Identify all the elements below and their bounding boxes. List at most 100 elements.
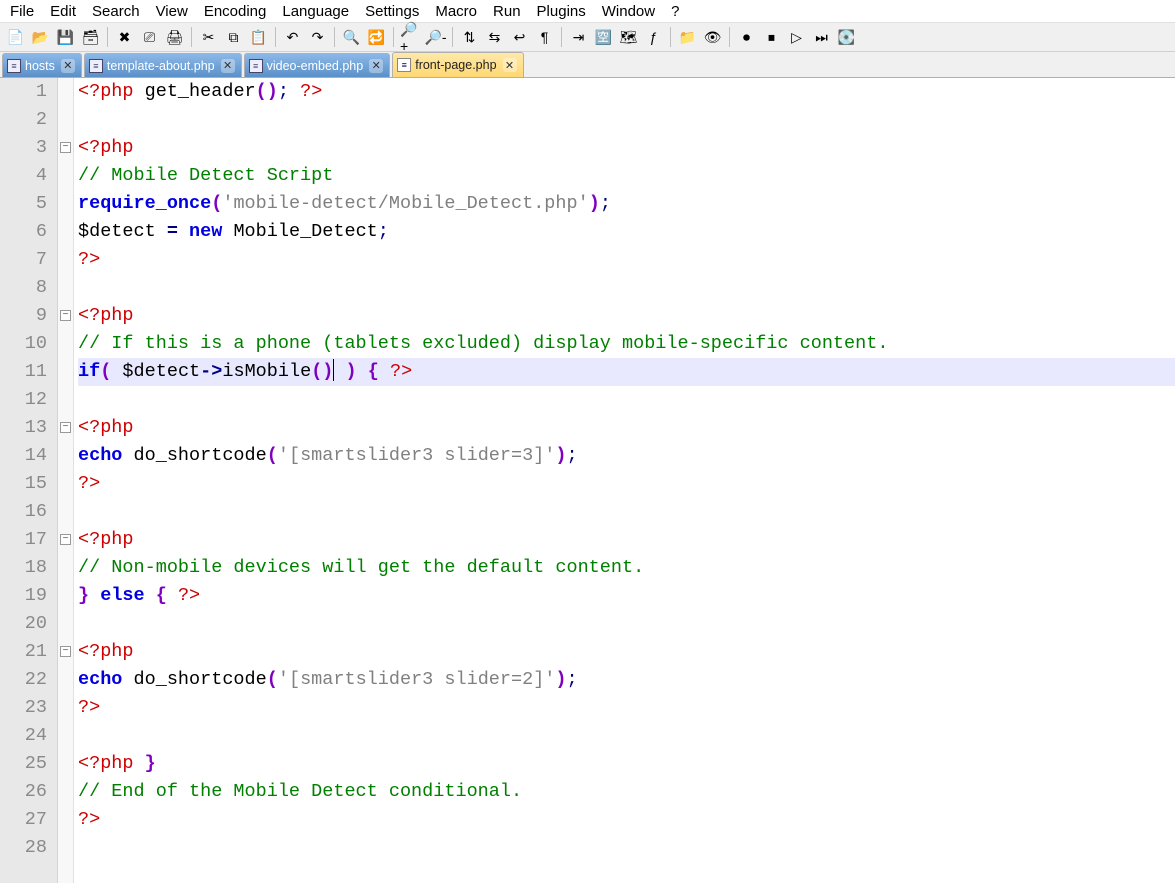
record-icon[interactable]: ⏺ <box>735 26 758 49</box>
line-number: 2 <box>0 106 47 134</box>
code-editor[interactable]: 1234567891011121314151617181920212223242… <box>0 78 1175 883</box>
folder-icon[interactable]: 📁 <box>676 26 699 49</box>
code-line[interactable]: <?php <box>78 302 1175 330</box>
menu-window[interactable]: Window <box>594 1 663 22</box>
code-line[interactable]: // If this is a phone (tablets excluded)… <box>78 330 1175 358</box>
token: ?> <box>78 249 100 270</box>
token: ( <box>211 193 222 214</box>
code-line[interactable]: <?php get_header(); ?> <box>78 78 1175 106</box>
menu-macro[interactable]: Macro <box>427 1 485 22</box>
code-line[interactable]: echo do_shortcode('[smartslider3 slider=… <box>78 442 1175 470</box>
run-multi-icon[interactable]: ⏭ <box>810 26 833 49</box>
sync-v-icon[interactable]: ⇅ <box>458 26 481 49</box>
fold-toggle-icon[interactable]: − <box>60 422 71 433</box>
lang-icon[interactable]: 🈳 <box>592 26 615 49</box>
token: ; <box>567 669 578 690</box>
menu-language[interactable]: Language <box>274 1 357 22</box>
menu-run[interactable]: Run <box>485 1 529 22</box>
monitor-icon[interactable]: 👁 <box>701 26 724 49</box>
tab-close-icon[interactable]: ✕ <box>369 59 383 73</box>
tab-close-icon[interactable]: ✕ <box>503 58 517 72</box>
replace-icon[interactable]: 🔁 <box>365 26 388 49</box>
menu-search[interactable]: Search <box>84 1 148 22</box>
code-line[interactable]: // Mobile Detect Script <box>78 162 1175 190</box>
menu-settings[interactable]: Settings <box>357 1 427 22</box>
token: <?php <box>78 305 134 326</box>
code-line[interactable]: <?php <box>78 638 1175 666</box>
code-line[interactable] <box>78 386 1175 414</box>
tab-front-page-php[interactable]: ≡front-page.php✕ <box>392 52 523 77</box>
new-file-icon[interactable]: 📄 <box>4 26 27 49</box>
code-line[interactable] <box>78 834 1175 862</box>
code-line[interactable]: ?> <box>78 806 1175 834</box>
code-line[interactable]: // End of the Mobile Detect conditional. <box>78 778 1175 806</box>
undo-icon[interactable]: ↶ <box>281 26 304 49</box>
code-line[interactable]: <?php } <box>78 750 1175 778</box>
menu-encoding[interactable]: Encoding <box>196 1 275 22</box>
tab-close-icon[interactable]: ✕ <box>221 59 235 73</box>
zoom-in-icon[interactable]: 🔎+ <box>399 26 422 49</box>
code-line[interactable] <box>78 722 1175 750</box>
sync-h-icon[interactable]: ⇆ <box>483 26 506 49</box>
code-line[interactable] <box>78 274 1175 302</box>
menu-file[interactable]: File <box>2 1 42 22</box>
fold-toggle-icon[interactable]: − <box>60 310 71 321</box>
print-icon[interactable]: 🖨 <box>163 26 186 49</box>
menu-plugins[interactable]: Plugins <box>529 1 594 22</box>
menu-edit[interactable]: Edit <box>42 1 84 22</box>
save-icon[interactable]: 💾 <box>54 26 77 49</box>
menu-view[interactable]: View <box>148 1 196 22</box>
token: ?> <box>78 697 100 718</box>
fold-toggle-icon[interactable]: − <box>60 534 71 545</box>
code-line[interactable] <box>78 498 1175 526</box>
code-area[interactable]: <?php get_header(); ?><?php// Mobile Det… <box>74 78 1175 883</box>
menu-help[interactable]: ? <box>663 1 687 22</box>
save-all-icon[interactable]: 🗃 <box>79 26 102 49</box>
token: () <box>311 361 333 382</box>
zoom-out-icon[interactable]: 🔎- <box>424 26 447 49</box>
line-number: 27 <box>0 806 47 834</box>
all-chars-icon[interactable]: ¶ <box>533 26 556 49</box>
close-icon[interactable]: ✖ <box>113 26 136 49</box>
code-line[interactable]: <?php <box>78 526 1175 554</box>
fold-toggle-icon[interactable]: − <box>60 142 71 153</box>
code-line[interactable]: ?> <box>78 694 1175 722</box>
code-line[interactable]: // Non-mobile devices will get the defau… <box>78 554 1175 582</box>
wrap-icon[interactable]: ↩ <box>508 26 531 49</box>
token <box>357 361 368 382</box>
indent-guide-icon[interactable]: ⇥ <box>567 26 590 49</box>
doc-map-icon[interactable]: 🗺 <box>617 26 640 49</box>
code-line[interactable]: require_once('mobile-detect/Mobile_Detec… <box>78 190 1175 218</box>
code-line[interactable]: echo do_shortcode('[smartslider3 slider=… <box>78 666 1175 694</box>
code-line[interactable]: ?> <box>78 470 1175 498</box>
paste-icon[interactable]: 📋 <box>247 26 270 49</box>
tab-template-about-php[interactable]: ≡template-about.php✕ <box>84 53 242 77</box>
token: ; <box>567 445 578 466</box>
code-line[interactable]: ?> <box>78 246 1175 274</box>
line-number: 26 <box>0 778 47 806</box>
cut-icon[interactable]: ✂ <box>197 26 220 49</box>
close-all-icon[interactable]: ⎚ <box>138 26 161 49</box>
save-macro-icon[interactable]: 💽 <box>835 26 858 49</box>
code-line[interactable]: if( $detect->isMobile() ) { ?> <box>78 358 1175 386</box>
fold-toggle-icon[interactable]: − <box>60 646 71 657</box>
fold-column[interactable]: − − − − − <box>58 78 74 883</box>
tab-video-embed-php[interactable]: ≡video-embed.php✕ <box>244 53 391 77</box>
code-line[interactable]: <?php <box>78 134 1175 162</box>
func-list-icon[interactable]: ƒ <box>642 26 665 49</box>
play-icon[interactable]: ▷ <box>785 26 808 49</box>
code-line[interactable]: } else { ?> <box>78 582 1175 610</box>
code-line[interactable] <box>78 610 1175 638</box>
tab-close-icon[interactable]: ✕ <box>61 59 75 73</box>
redo-icon[interactable]: ↷ <box>306 26 329 49</box>
line-number: 24 <box>0 722 47 750</box>
open-icon[interactable]: 📂 <box>29 26 52 49</box>
code-line[interactable]: <?php <box>78 414 1175 442</box>
find-icon[interactable]: 🔍 <box>340 26 363 49</box>
stop-icon[interactable]: ⏹ <box>760 26 783 49</box>
code-line[interactable] <box>78 106 1175 134</box>
tab-hosts[interactable]: ≡hosts✕ <box>2 53 82 77</box>
code-line[interactable]: $detect = new Mobile_Detect; <box>78 218 1175 246</box>
token: ; <box>600 193 611 214</box>
copy-icon[interactable]: ⧉ <box>222 26 245 49</box>
